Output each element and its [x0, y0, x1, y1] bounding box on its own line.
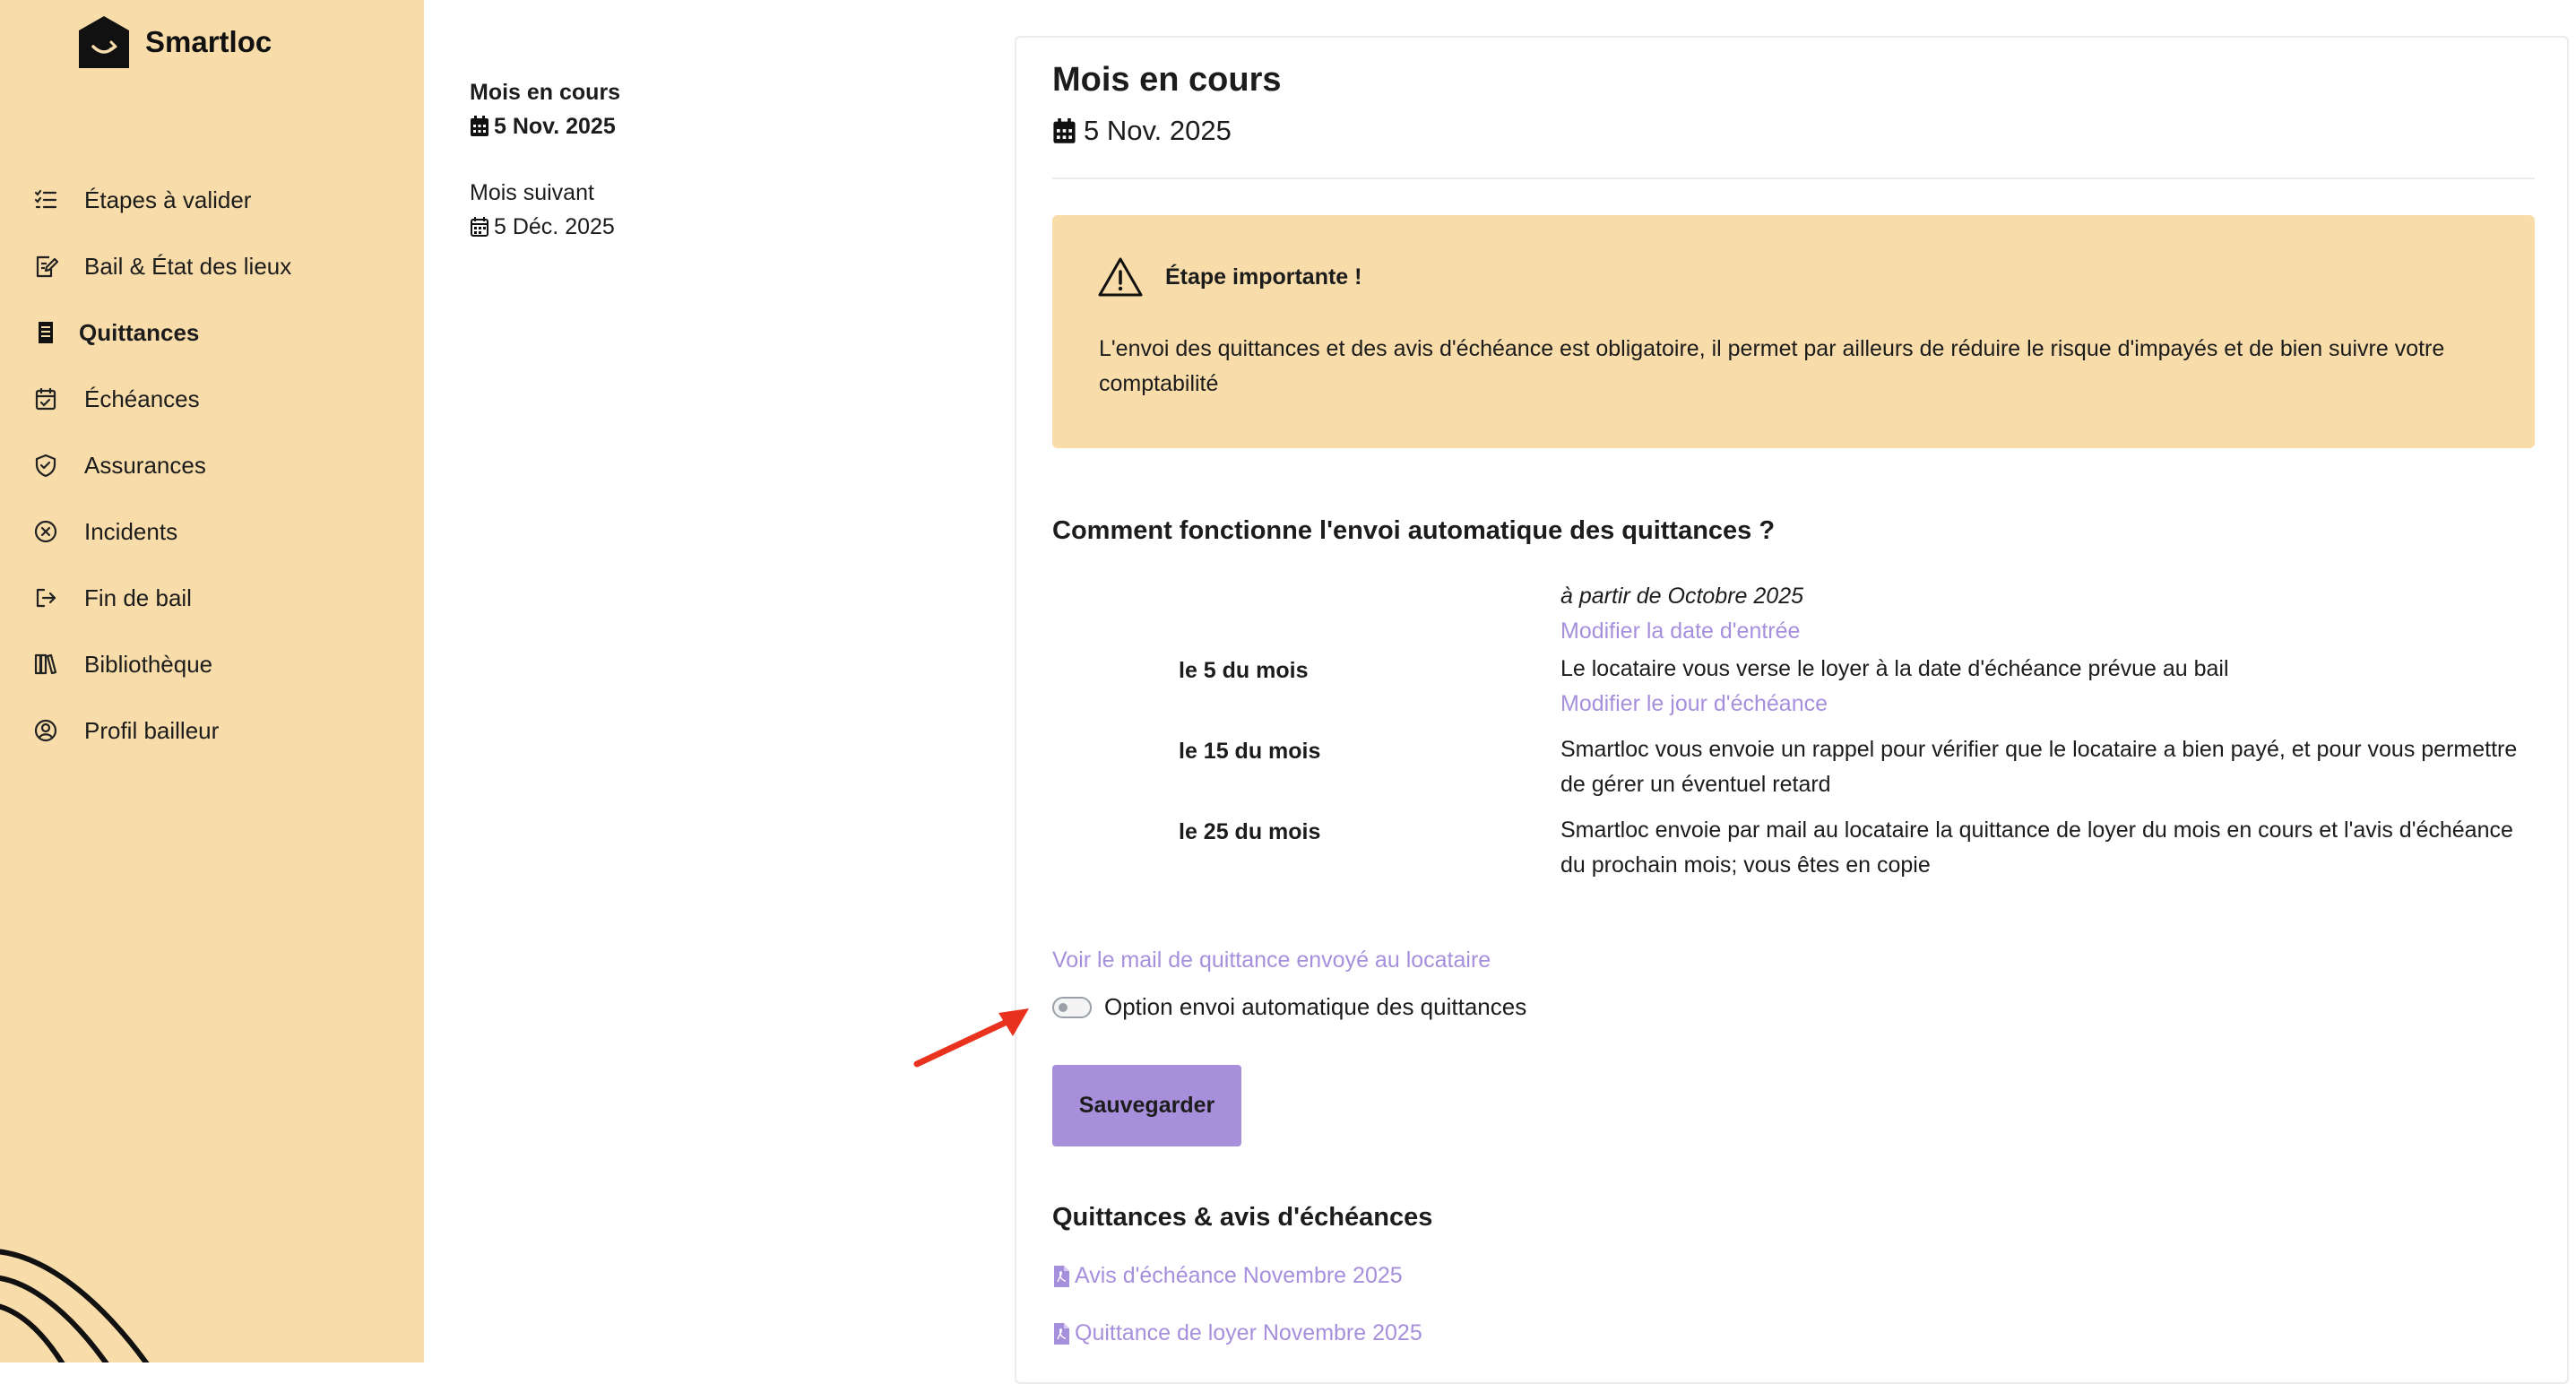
page-title: Mois en cours [1052, 61, 1282, 99]
library-icon [32, 651, 59, 678]
exit-icon [32, 584, 59, 611]
sidebar-item-label: Étapes à valider [84, 186, 252, 213]
alert-text: L'envoi des quittances et des avis d'éch… [1099, 336, 2445, 396]
sidebar-item-bibliotheque[interactable]: Bibliothèque [32, 639, 212, 689]
calendar-icon [1053, 117, 1076, 143]
schedule-description: Le locataire vous verse le loyer à la da… [1560, 656, 2229, 681]
schedule-start: à partir de Octobre 2025 Modifier la dat… [1560, 579, 2528, 649]
edit-due-day-link[interactable]: Modifier le jour d'échéance [1560, 691, 1828, 716]
month-date-row: 5 Déc. 2025 [470, 210, 620, 244]
checklist-icon [32, 186, 59, 213]
month-next[interactable]: Mois suivant 5 Déc. 2025 [470, 176, 620, 244]
sidebar-item-label: Profil bailleur [84, 716, 220, 744]
view-receipt-email-link[interactable]: Voir le mail de quittance envoyé au loca… [1052, 943, 1491, 978]
calendar-icon [471, 116, 488, 136]
divider [1052, 177, 2535, 179]
sidebar-item-etapes[interactable]: Étapes à valider [32, 175, 251, 225]
important-alert: Étape importante ! L'envoi des quittance… [1052, 215, 2535, 448]
circle-x-icon [32, 518, 59, 545]
month-date: 5 Nov. 2025 [494, 114, 616, 139]
documents-title: Quittances & avis d'échéances [1052, 1203, 1433, 1232]
receipt-pdf-link[interactable]: Quittance de loyer Novembre 2025 [1052, 1316, 1422, 1351]
sidebar-item-label: Fin de bail [84, 584, 192, 611]
house-logo-icon [79, 16, 129, 68]
auto-send-option: Option envoi automatique des quittances [1052, 993, 1526, 1021]
red-arrow-icon [913, 1008, 1029, 1068]
pdf-file-icon [1054, 1322, 1069, 1345]
month-date-row: 5 Nov. 2025 [470, 109, 620, 143]
warning-icon [1098, 257, 1143, 297]
sidebar-item-profil[interactable]: Profil bailleur [32, 705, 219, 756]
sidebar-item-assurances[interactable]: Assurances [32, 440, 206, 490]
sidebar-item-quittances[interactable]: Quittances [32, 307, 199, 358]
sidebar-item-label: Bibliothèque [84, 650, 213, 678]
edit-entry-date-link[interactable]: Modifier la date d'entrée [1560, 618, 1800, 644]
page-date: 5 Nov. 2025 [1084, 115, 1232, 146]
sidebar-item-incidents[interactable]: Incidents [32, 506, 177, 557]
pdf-file-icon [1054, 1265, 1069, 1287]
receipt-icon [32, 319, 59, 346]
calendar-icon [471, 217, 488, 237]
sidebar-item-bail[interactable]: Bail & État des lieux [32, 241, 291, 291]
main-card: Mois en cours 5 Nov. 2025 Étape importan… [1015, 36, 2569, 1384]
alert-title: Étape importante ! [1165, 264, 1362, 290]
sidebar-item-fin-de-bail[interactable]: Fin de bail [32, 573, 192, 623]
month-current[interactable]: Mois en cours 5 Nov. 2025 [470, 75, 620, 143]
user-circle-icon [32, 717, 59, 744]
schedule-day: le 5 du mois [1179, 658, 1309, 683]
toggle-knob [1059, 1002, 1068, 1012]
schedule-day: le 25 du mois [1179, 819, 1321, 844]
brand-name: Smartloc [145, 25, 272, 58]
sidebar-item-label: Bail & État des lieux [84, 252, 292, 280]
calendar-check-icon [32, 385, 59, 412]
document-edit-icon [32, 253, 59, 280]
document-name: Quittance de loyer Novembre 2025 [1075, 1320, 1422, 1345]
schedule-start-text: à partir de Octobre 2025 [1560, 584, 1803, 609]
sidebar-item-echeances[interactable]: Échéances [32, 374, 200, 424]
save-button[interactable]: Sauvegarder [1052, 1065, 1241, 1146]
decorative-swirl [0, 1249, 150, 1362]
month-list: Mois en cours 5 Nov. 2025 Mois suivant 5… [470, 75, 620, 276]
schedule-description: Smartloc vous envoie un rappel pour véri… [1560, 737, 2518, 797]
shield-check-icon [32, 452, 59, 479]
schedule-description: Smartloc envoie par mail au locataire la… [1560, 817, 2513, 878]
auto-send-toggle[interactable] [1052, 996, 1092, 1018]
page-date-row: 5 Nov. 2025 [1052, 115, 1232, 147]
sidebar-item-label: Échéances [84, 385, 200, 412]
sidebar-item-label: Quittances [79, 318, 200, 346]
sidebar-item-label: Assurances [84, 451, 206, 479]
brand-logo[interactable]: Smartloc [77, 14, 272, 70]
notice-pdf-link[interactable]: Avis d'échéance Novembre 2025 [1052, 1259, 1403, 1293]
sidebar: Smartloc Étapes à valider Bail & État de… [0, 0, 424, 1362]
schedule-row-text: Le locataire vous verse le loyer à la da… [1560, 652, 2528, 722]
how-it-works-title: Comment fonctionne l'envoi automatique d… [1052, 516, 1776, 545]
month-date: 5 Déc. 2025 [494, 214, 615, 239]
document-name: Avis d'échéance Novembre 2025 [1075, 1263, 1403, 1288]
auto-send-toggle-label[interactable]: Option envoi automatique des quittances [1104, 993, 1526, 1021]
sidebar-item-label: Incidents [84, 517, 178, 545]
month-label: Mois en cours [470, 80, 621, 105]
month-label: Mois suivant [470, 180, 594, 205]
alert-header: Étape importante ! [1097, 256, 1361, 298]
schedule-day: le 15 du mois [1179, 739, 1321, 764]
